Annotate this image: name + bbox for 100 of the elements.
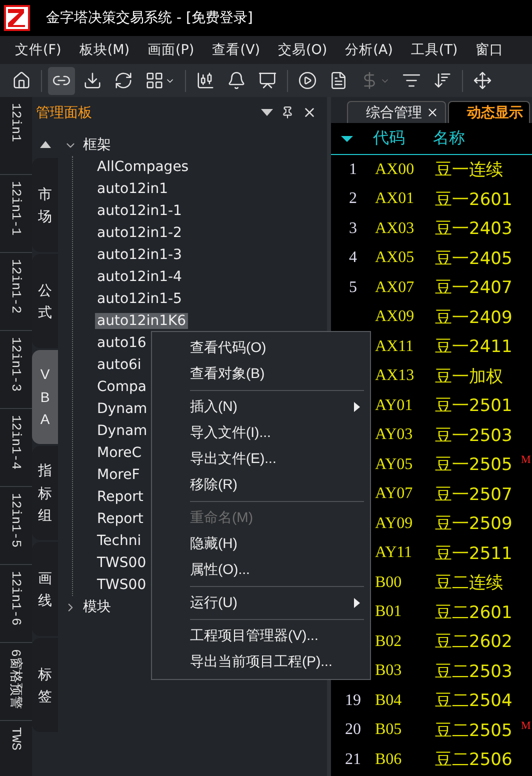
menu-item[interactable]: 查看(V) [203,41,269,59]
context-menu-item[interactable]: 查看代码(O) [152,335,370,361]
code-cell-text: B02 [375,632,403,651]
window-title: 金字塔决策交易系统 - [免费登录] [46,9,253,27]
tree-item[interactable]: TWS00 [95,555,148,571]
name-cell-text: 豆二2503 [435,660,514,683]
tree-item[interactable]: MoreC [95,445,144,461]
row-number: 3 [348,220,358,238]
sort-caret-icon[interactable] [341,136,353,142]
panel-tab[interactable]: 市场 [32,158,58,252]
code-cell-text: AX07 [375,278,416,297]
name-cell-text: 豆一2503 [435,424,514,447]
tree-folder[interactable]: 模块 [83,598,111,616]
tree-item[interactable]: TWS00 [95,577,148,593]
panel-tab[interactable]: 公式 [32,254,58,348]
home-icon [12,71,31,90]
tree-item[interactable]: AllCompages [95,159,191,175]
code-cell-text: AY05 [375,456,414,474]
tree-item[interactable]: auto6i [95,357,144,373]
bell-icon [227,71,246,90]
tree-item[interactable]: Compa [95,379,148,395]
context-menu-item[interactable]: 导出文件(E)... [152,446,370,472]
code-cell-text: B04 [375,692,403,710]
pin-icon [281,106,294,119]
flag-mark: M [521,720,531,732]
context-menu-item[interactable]: 属性(O)... [152,557,370,583]
panel-tab[interactable]: 标签 [32,638,58,732]
code-cell-text: AY11 [375,544,414,562]
side-tab-label: 12in1-1 [8,181,24,236]
context-menu-item[interactable]: 查看对象(B) [152,361,370,387]
menu-item[interactable]: 画面(P) [138,41,204,59]
tree-item[interactable]: MoreF [95,467,142,483]
side-tab[interactable]: 12in1-6 [0,565,32,643]
side-tab[interactable]: 12in1-3 [0,331,32,409]
side-tab[interactable]: 12in1-1 [0,175,32,253]
panel-tab[interactable]: 画线 [32,542,58,636]
menu-item[interactable]: 板块(M) [70,41,138,59]
tree-item[interactable]: auto12in1-4 [95,269,184,285]
name-cell-text: 豆一加权 [435,366,504,388]
tree-item[interactable]: Dynam [95,401,150,417]
tree-item[interactable]: auto12in1-1 [95,203,184,219]
tree-item[interactable]: auto12in1-2 [95,225,184,241]
candlestick-icon [196,71,215,90]
flag-mark: M [521,454,531,466]
side-tab[interactable]: 12in1-2 [0,253,32,331]
tree-item[interactable]: Report [95,489,146,505]
name-cell-text: 豆一2411 [435,336,514,358]
side-tab-label: 12in1 [8,103,24,142]
grid-icon [145,71,164,90]
side-tab[interactable]: 12in1-4 [0,409,32,487]
side-tab[interactable]: 12in1-5 [0,487,32,565]
refresh-icon [114,71,133,90]
menu-item[interactable]: 分析(A) [336,41,402,59]
panel-tab[interactable]: 指标组 [32,446,58,540]
column-header[interactable]: 名称 [433,128,513,149]
tree-item[interactable]: Dynam [95,423,150,439]
document-tab[interactable]: 综合管理 [347,101,446,123]
code-cell-text: AY01 [375,396,414,415]
code-cell-text: AX11 [375,338,415,356]
tree-item[interactable]: auto12in1-5 [95,291,184,307]
name-cell-text: 豆一2403 [435,218,514,240]
column-header[interactable]: 代码 [373,128,433,149]
context-menu-item[interactable]: 隐藏(H) [152,531,370,557]
tree-item[interactable]: auto16 [95,335,148,351]
side-tab-label: 12in1-4 [8,415,24,470]
tree-item[interactable]: auto12in1 [95,181,170,197]
context-menu-item[interactable]: 运行(U) [152,590,370,616]
side-tab[interactable]: 12in1 [0,97,32,175]
submenu-arrow-icon [354,402,360,412]
play-icon [298,71,317,90]
name-cell-text: 豆二连续 [435,572,504,594]
panel-tab[interactable]: VBA [32,350,58,444]
document-tab[interactable]: 动态显示 [448,101,530,123]
side-tab[interactable]: TWS [0,721,32,776]
menu-item[interactable]: 文件(F) [6,41,70,59]
context-menu-item[interactable]: 工程项目管理器(V)... [152,623,370,649]
tree-item[interactable]: Report [95,511,146,527]
context-menu-item[interactable]: 导入文件(I)... [152,420,370,446]
toolbar-button[interactable] [48,66,75,94]
menu-item[interactable]: 工具(T) [402,41,467,59]
side-tab-label: 12in1-3 [8,337,24,392]
context-menu-item[interactable]: 插入(N) [152,394,370,420]
side-tab[interactable]: 6窗格预警 [0,643,32,721]
name-cell-text: 豆一2507 [435,484,514,506]
panel-title: 管理面板 [36,104,93,122]
menu-item[interactable]: 窗口 [466,41,513,59]
code-cell-text: B00 [375,574,403,592]
sort-icon [433,71,452,90]
name-cell-text: 豆一2505 [435,454,514,476]
menu-item[interactable]: 交易(O) [268,41,336,59]
tree-item[interactable]: auto12in1K6 [95,313,188,329]
name-cell-text: 豆一2509 [435,513,514,536]
context-menu-item[interactable]: 移除(R) [152,472,370,498]
context-menu-item[interactable]: 导出当前项目工程(P)... [152,649,370,675]
tree-item[interactable]: auto12in1-3 [95,247,184,263]
code-cell-text: AY09 [375,514,414,533]
tree-folder[interactable]: 框架 [83,136,111,154]
tree-item[interactable]: Techni [95,533,144,549]
side-tab-label: 12in1-6 [8,571,24,626]
name-cell-text: 豆二2601 [435,602,514,624]
